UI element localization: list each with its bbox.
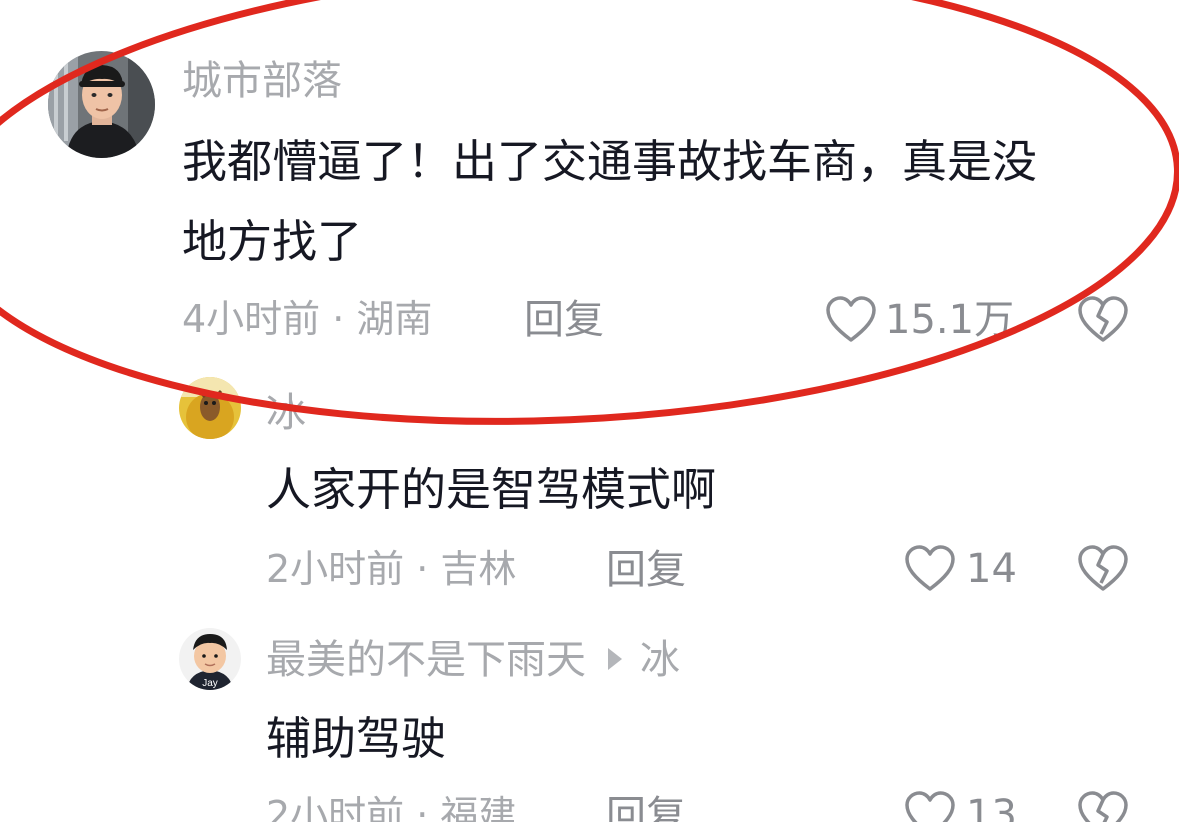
comment-time-location: 2小时前 · 福建 bbox=[266, 793, 517, 822]
avatar[interactable] bbox=[48, 51, 155, 158]
comment-time-location: 2小时前 · 吉林 bbox=[266, 547, 517, 591]
like-button[interactable]: 14 bbox=[904, 545, 1017, 593]
comment-username-row: 最美的不是下雨天 冰 bbox=[266, 640, 680, 680]
comment-text-line: 人家开的是智驾模式啊 bbox=[266, 463, 717, 516]
comment-section: 城市部落 我都懵逼了！出了交通事故找车商，真是没 地方找了 4小时前 · 湖南 … bbox=[0, 0, 1179, 822]
broken-heart-icon bbox=[1078, 545, 1128, 591]
broken-heart-icon bbox=[1078, 296, 1128, 342]
comment-username[interactable]: 最美的不是下雨天 bbox=[266, 637, 586, 683]
dislike-button[interactable] bbox=[1077, 545, 1129, 593]
like-count: 14 bbox=[966, 546, 1017, 592]
user-avatar-photo bbox=[179, 377, 241, 439]
highlight-ellipse bbox=[0, 0, 1179, 425]
comment-time-location: 4小时前 · 湖南 bbox=[182, 297, 433, 341]
comment-username[interactable]: 冰 bbox=[266, 393, 306, 433]
comment-text-line: 地方找了 bbox=[182, 215, 363, 268]
heart-icon bbox=[826, 296, 876, 342]
heart-icon bbox=[905, 545, 955, 591]
broken-heart-icon bbox=[1078, 791, 1128, 822]
heart-icon bbox=[905, 791, 955, 822]
avatar[interactable]: Jay bbox=[179, 628, 241, 690]
reply-arrow-icon bbox=[608, 648, 622, 670]
reply-to-username[interactable]: 冰 bbox=[640, 637, 680, 683]
comment-text-line: 我都懵逼了！出了交通事故找车商，真是没 bbox=[182, 135, 1038, 188]
reply-button[interactable]: 回复 bbox=[606, 796, 686, 822]
avatar[interactable] bbox=[179, 377, 241, 439]
dislike-button[interactable] bbox=[1077, 296, 1129, 344]
like-button[interactable]: 15.1万 bbox=[825, 296, 1014, 344]
comment-text-line: 辅助驾驶 bbox=[266, 712, 447, 765]
dislike-button[interactable] bbox=[1077, 791, 1129, 822]
like-button[interactable]: 13 bbox=[904, 791, 1017, 822]
like-count: 13 bbox=[966, 792, 1017, 822]
avatar-shirt-text: Jay bbox=[202, 678, 218, 689]
like-count: 15.1万 bbox=[885, 297, 1015, 343]
reply-button[interactable]: 回复 bbox=[524, 300, 604, 340]
comment-username[interactable]: 城市部落 bbox=[182, 61, 342, 101]
user-avatar-photo bbox=[48, 51, 155, 158]
user-avatar-cartoon: Jay bbox=[179, 628, 241, 690]
reply-button[interactable]: 回复 bbox=[606, 550, 686, 590]
